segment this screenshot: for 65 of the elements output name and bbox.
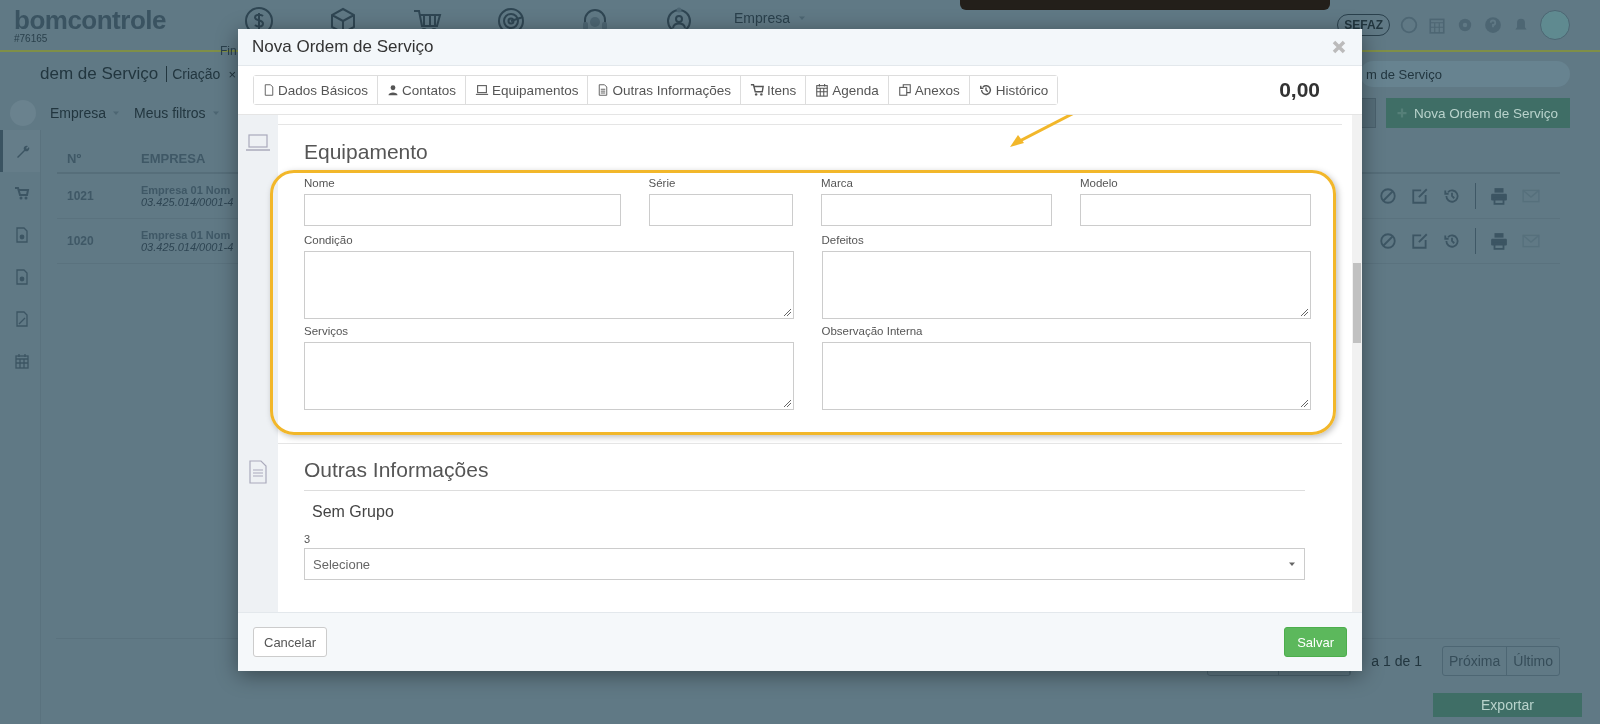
field-label: Observação Interna [821, 325, 924, 337]
field-label: Nome [304, 177, 336, 189]
avatar[interactable] [1540, 10, 1570, 40]
resize-grip-icon[interactable] [1301, 400, 1308, 407]
history-icon [1443, 232, 1461, 250]
history-icon [1443, 187, 1461, 205]
resize-grip-icon[interactable] [1301, 309, 1308, 316]
close-tab[interactable]: × [228, 66, 236, 82]
save-button[interactable]: Salvar [1284, 627, 1347, 657]
input-field[interactable] [1080, 194, 1311, 226]
resize-grip-icon[interactable] [783, 309, 791, 316]
calendar-icon [13, 353, 30, 369]
document-icon [13, 269, 30, 285]
input-field[interactable] [304, 194, 621, 226]
filter-dropdown[interactable]: Meus filtros [134, 105, 206, 121]
company-menu[interactable]: Empresa [734, 10, 791, 26]
caret-icon [1288, 560, 1296, 568]
page-tab[interactable]: Criação [166, 66, 221, 82]
tab[interactable]: Dados Básicos [254, 76, 379, 104]
new-order-button[interactable]: Nova Ordem de Serviço [1386, 98, 1570, 128]
document-icon [13, 227, 30, 243]
field-label: Série [648, 177, 677, 189]
laptop-icon [246, 134, 270, 152]
input-field[interactable] [648, 194, 793, 226]
document-icon [13, 311, 30, 327]
input-field[interactable] [821, 194, 1052, 226]
printer-icon [1490, 232, 1508, 250]
laptop-icon [475, 83, 490, 97]
group-heading: Sem Grupo [312, 503, 395, 521]
filter-dropdown[interactable]: Empresa [50, 105, 107, 121]
cart-icon [749, 83, 764, 97]
ban-icon [1379, 187, 1397, 205]
calendar-icon [815, 83, 830, 97]
select-field[interactable]: Selecione [304, 548, 1305, 580]
copy-icon [897, 83, 912, 97]
ban-icon [1379, 232, 1397, 250]
field-label: Serviços [304, 325, 350, 337]
history-icon [978, 83, 993, 97]
document-icon [263, 83, 275, 97]
user-icon [387, 83, 400, 97]
field-label: Defeitos [821, 234, 865, 246]
edit-icon [1411, 232, 1429, 250]
field-label: Marca [821, 177, 854, 189]
cancel-button[interactable]: Cancelar [253, 627, 328, 657]
close-icon[interactable] [1332, 40, 1346, 54]
field-label: 3 [304, 533, 312, 545]
scrollbar[interactable] [1352, 115, 1362, 612]
section-heading: Outras Informações [304, 458, 1305, 491]
document-icon [248, 460, 268, 484]
page-title: dem de Serviço [40, 64, 159, 84]
search-field[interactable]: m de Serviço [1360, 61, 1570, 87]
total-amount: 0,00 [1279, 78, 1320, 102]
export-button[interactable]: Exportar [1433, 693, 1582, 717]
field-label: Modelo [1080, 177, 1119, 189]
page-info: a 1 de 1 [1371, 653, 1422, 669]
edit-icon [1411, 187, 1429, 205]
cart-icon [13, 185, 30, 201]
sidebar-item[interactable] [0, 130, 40, 172]
resize-grip-icon[interactable] [783, 400, 791, 407]
nav-label[interactable]: Fin [220, 44, 237, 58]
printer-icon [1490, 187, 1508, 205]
section-heading: Equipamento [304, 140, 429, 164]
field-label: Condição [304, 234, 354, 246]
modal-title: Nova Ordem de Serviço [252, 37, 434, 57]
document-icon [597, 83, 610, 97]
